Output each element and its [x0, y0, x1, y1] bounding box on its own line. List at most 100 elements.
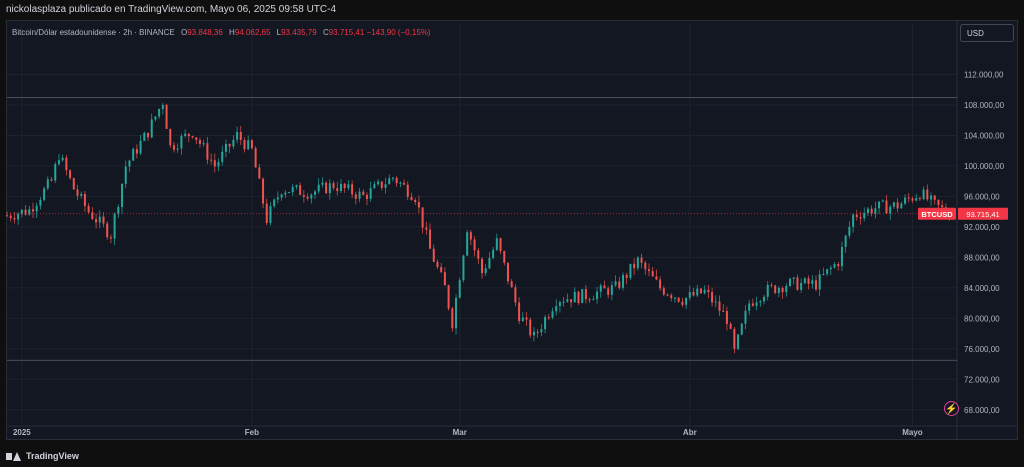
- candlestick-chart[interactable]: 112.000,00 108.000,00 104.000,00 100.000,00…: [0, 0, 1024, 467]
- candle-body: [521, 317, 524, 322]
- candle-body: [187, 133, 190, 137]
- time-tick-label: 2025: [13, 428, 31, 437]
- candle-body: [462, 255, 465, 281]
- tradingview-logo-icon: [6, 451, 22, 461]
- candle-body: [469, 232, 472, 240]
- candle-body: [930, 195, 933, 200]
- candle-body: [13, 218, 16, 220]
- candle-body: [629, 263, 632, 278]
- candle-body: [421, 207, 424, 228]
- candle-body: [57, 160, 60, 165]
- candle-body: [499, 238, 502, 252]
- candle-body: [232, 139, 235, 147]
- candle-body: [117, 206, 120, 215]
- candle-body: [822, 273, 825, 275]
- candle-body: [789, 278, 792, 286]
- legend-close-value: 93.715,41: [328, 28, 365, 37]
- candle-body: [351, 184, 354, 195]
- candle-body: [325, 182, 328, 194]
- candle-body: [384, 184, 387, 189]
- price-tick-label: 72.000,00: [964, 375, 1000, 384]
- candle-body: [699, 288, 702, 294]
- legend-low-value: 93.435,79: [281, 28, 317, 37]
- candle-body: [532, 331, 535, 336]
- candle-body: [276, 197, 279, 200]
- candle-body: [907, 197, 910, 199]
- candle-body: [692, 292, 695, 296]
- candle-body: [855, 214, 858, 218]
- candle-body: [6, 215, 8, 217]
- candle-body: [725, 311, 728, 324]
- candle-body: [941, 205, 944, 208]
- candle-body: [744, 310, 747, 324]
- candle-body: [417, 202, 420, 208]
- candle-body: [844, 235, 847, 247]
- candle-body: [455, 297, 458, 329]
- candle-body: [529, 319, 532, 336]
- candle-body: [647, 269, 650, 272]
- legend-open-value: 93.848,36: [187, 28, 223, 37]
- candle-body: [380, 181, 383, 189]
- candle-body: [135, 149, 138, 154]
- price-tick-label: 88.000,00: [964, 253, 1000, 262]
- candle-body: [299, 185, 302, 195]
- candle-body: [607, 288, 610, 295]
- candle-body: [369, 188, 372, 199]
- candle-body: [633, 263, 636, 269]
- candle-body: [61, 157, 64, 161]
- candle-body: [443, 272, 446, 286]
- candle-body: [180, 135, 183, 149]
- candle-body: [358, 191, 361, 199]
- candle-body: [221, 151, 224, 162]
- candle-body: [466, 232, 469, 256]
- candle-body: [35, 205, 38, 212]
- candle-body: [109, 237, 112, 239]
- candle-body: [213, 160, 216, 167]
- candle-body: [65, 157, 68, 171]
- candle-body: [432, 248, 435, 262]
- price-tick-label: 108.000,00: [964, 101, 1005, 110]
- candle-body: [154, 116, 157, 120]
- candle-body: [800, 282, 803, 290]
- candle-body: [892, 202, 895, 207]
- candle-body: [258, 167, 261, 179]
- candle-body: [711, 292, 714, 303]
- candle-body: [770, 284, 773, 286]
- candle-body: [718, 301, 721, 311]
- candle-body: [677, 297, 680, 302]
- candle-body: [748, 303, 751, 311]
- candle-body: [458, 280, 461, 298]
- candle-body: [536, 331, 539, 333]
- currency-button[interactable]: USD: [960, 24, 1014, 42]
- candle-body: [737, 334, 740, 349]
- candle-body: [837, 264, 840, 267]
- candle-body: [39, 199, 42, 206]
- candle-body: [514, 287, 517, 303]
- candle-body: [262, 178, 265, 204]
- chart-legend: Bitcoin/Dólar estadounidense · 2h · BINA…: [12, 28, 431, 37]
- candle-body: [17, 214, 20, 220]
- candle-body: [243, 140, 246, 150]
- candle-body: [228, 143, 231, 147]
- tradingview-logo[interactable]: TradingView: [6, 451, 79, 461]
- candle-body: [570, 299, 573, 303]
- candle-body: [506, 262, 509, 282]
- candle-body: [796, 277, 799, 290]
- candle-body: [703, 289, 706, 294]
- candle-body: [206, 143, 209, 160]
- candle-body: [792, 277, 795, 279]
- candle-body: [740, 323, 743, 335]
- candle-body: [926, 189, 929, 200]
- candle-body: [733, 328, 736, 349]
- candle-body: [484, 268, 487, 274]
- candle-body: [662, 288, 665, 295]
- candle-body: [150, 119, 153, 138]
- candle-body: [751, 303, 754, 306]
- candle-body: [714, 301, 717, 303]
- lightning-icon[interactable]: ⚡: [944, 401, 959, 416]
- candle-body: [659, 279, 662, 289]
- candle-body: [195, 137, 198, 141]
- candle-body: [707, 289, 710, 293]
- candle-body: [76, 189, 79, 196]
- candle-body: [132, 149, 135, 161]
